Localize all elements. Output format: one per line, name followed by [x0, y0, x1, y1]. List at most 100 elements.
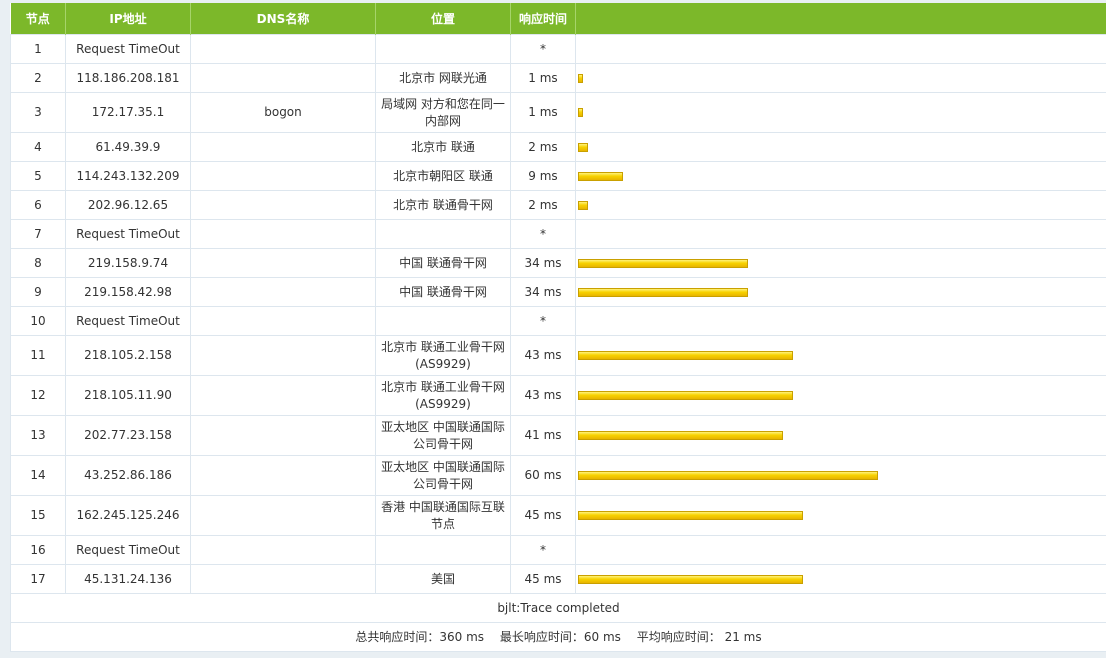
- response-time-cell: 45 ms: [510, 564, 576, 594]
- location-cell: 北京市 联通工业骨干网(AS9929): [375, 335, 511, 376]
- location-cell: 北京市 联通: [375, 132, 511, 162]
- hop-number-cell: 12: [10, 375, 66, 416]
- dns-name-cell: [190, 132, 376, 162]
- latency-bar-cell: [575, 219, 1106, 249]
- response-time-cell: *: [510, 34, 576, 64]
- ip-address-cell: 45.131.24.136: [65, 564, 191, 594]
- latency-bar: [578, 287, 748, 297]
- table-row: 5 114.243.132.209 北京市朝阳区 联通 9 ms: [10, 161, 1106, 191]
- location-cell: 香港 中国联通国际互联节点: [375, 495, 511, 536]
- total-response-time: 总共响应时间：360 ms: [355, 629, 485, 644]
- location-cell: 北京市朝阳区 联通: [375, 161, 511, 191]
- hop-number-cell: 2: [10, 63, 66, 93]
- latency-bar: [578, 511, 803, 520]
- location-cell: 北京市 联通工业骨干网(AS9929): [375, 375, 511, 416]
- latency-bar-cell: [575, 161, 1106, 191]
- latency-bar-cell: [575, 248, 1106, 278]
- latency-bar: [578, 73, 583, 83]
- table-row: 14 43.252.86.186 亚太地区 中国联通国际公司骨干网 60 ms: [10, 455, 1106, 496]
- header-ip: IP地址: [65, 3, 191, 35]
- max-response-time: 最长响应时间：60 ms: [499, 629, 621, 644]
- latency-bar: [578, 431, 783, 440]
- ip-address-cell: 218.105.11.90: [65, 375, 191, 416]
- table-row: 6 202.96.12.65 北京市 联通骨干网 2 ms: [10, 190, 1106, 220]
- latency-bar-cell: [575, 132, 1106, 162]
- hop-number-cell: 8: [10, 248, 66, 278]
- response-time-cell: 43 ms: [510, 335, 576, 376]
- table-row: 1 Request TimeOut *: [10, 34, 1106, 64]
- dns-name-cell: [190, 535, 376, 565]
- latency-bar: [578, 142, 588, 152]
- dns-name-cell: [190, 335, 376, 376]
- latency-bar: [578, 171, 623, 181]
- hop-number-cell: 15: [10, 495, 66, 536]
- latency-bar: [578, 108, 583, 117]
- hop-number-cell: 16: [10, 535, 66, 565]
- ip-address-cell: 219.158.9.74: [65, 248, 191, 278]
- latency-bar-cell: [575, 306, 1106, 336]
- ip-address-cell: Request TimeOut: [65, 306, 191, 336]
- dns-name-cell: [190, 564, 376, 594]
- ip-address-cell: Request TimeOut: [65, 34, 191, 64]
- response-time-cell: *: [510, 219, 576, 249]
- latency-bar: [578, 391, 793, 400]
- dns-name-cell: [190, 34, 376, 64]
- response-time-cell: 34 ms: [510, 277, 576, 307]
- latency-bar-cell: [575, 535, 1106, 565]
- hop-number-cell: 9: [10, 277, 66, 307]
- hop-number-cell: 3: [10, 92, 66, 133]
- latency-bar-cell: [575, 495, 1106, 536]
- hop-number-cell: 11: [10, 335, 66, 376]
- table-row: 2 118.186.208.181 北京市 网联光通 1 ms: [10, 63, 1106, 93]
- hop-number-cell: 5: [10, 161, 66, 191]
- table-row: 17 45.131.24.136 美国 45 ms: [10, 564, 1106, 594]
- response-time-cell: *: [510, 535, 576, 565]
- response-time-cell: 2 ms: [510, 190, 576, 220]
- latency-bar-cell: [575, 277, 1106, 307]
- response-time-cell: 2 ms: [510, 132, 576, 162]
- hop-number-cell: 7: [10, 219, 66, 249]
- ip-address-cell: 218.105.2.158: [65, 335, 191, 376]
- trace-completed-text: bjlt:Trace completed: [10, 593, 1106, 623]
- response-time-cell: 1 ms: [510, 63, 576, 93]
- ip-address-cell: 61.49.39.9: [65, 132, 191, 162]
- latency-bar-cell: [575, 190, 1106, 220]
- dns-name-cell: [190, 375, 376, 416]
- ip-address-cell: 202.77.23.158: [65, 415, 191, 456]
- location-cell: [375, 34, 511, 64]
- table-header-row: 节点 IP地址 DNS名称 位置 响应时间: [10, 3, 1106, 35]
- ip-address-cell: 118.186.208.181: [65, 63, 191, 93]
- table-row: 8 219.158.9.74 中国 联通骨干网 34 ms: [10, 248, 1106, 278]
- hop-number-cell: 6: [10, 190, 66, 220]
- footer-stats-row: 总共响应时间：360 ms 最长响应时间：60 ms 平均响应时间： 21 ms: [10, 622, 1106, 652]
- ip-address-cell: 162.245.125.246: [65, 495, 191, 536]
- ip-address-cell: 172.17.35.1: [65, 92, 191, 133]
- table-row: 4 61.49.39.9 北京市 联通 2 ms: [10, 132, 1106, 162]
- location-cell: [375, 535, 511, 565]
- header-hop: 节点: [10, 3, 66, 35]
- latency-bar: [578, 351, 793, 360]
- dns-name-cell: [190, 190, 376, 220]
- latency-bar-cell: [575, 34, 1106, 64]
- ip-address-cell: 219.158.42.98: [65, 277, 191, 307]
- dns-name-cell: [190, 415, 376, 456]
- table-row: 11 218.105.2.158 北京市 联通工业骨干网(AS9929) 43 ms: [10, 335, 1106, 376]
- latency-bar-cell: [575, 455, 1106, 496]
- latency-bar: [578, 200, 588, 210]
- latency-bar: [578, 574, 803, 584]
- table-row: 12 218.105.11.90 北京市 联通工业骨干网(AS9929) 43 ms: [10, 375, 1106, 416]
- location-cell: 中国 联通骨干网: [375, 277, 511, 307]
- dns-name-cell: [190, 161, 376, 191]
- location-cell: [375, 306, 511, 336]
- avg-response-time: 平均响应时间： 21 ms: [636, 629, 762, 644]
- location-cell: 北京市 联通骨干网: [375, 190, 511, 220]
- response-time-cell: 9 ms: [510, 161, 576, 191]
- response-time-cell: 34 ms: [510, 248, 576, 278]
- trace-table: 节点 IP地址 DNS名称 位置 响应时间 1 Request TimeOut * 2…: [10, 3, 1106, 652]
- latency-bar-cell: [575, 63, 1106, 93]
- table-row: 10 Request TimeOut *: [10, 306, 1106, 336]
- response-time-cell: 43 ms: [510, 375, 576, 416]
- location-cell: 亚太地区 中国联通国际公司骨干网: [375, 455, 511, 496]
- response-time-cell: 41 ms: [510, 415, 576, 456]
- table-row: 15 162.245.125.246 香港 中国联通国际互联节点 45 ms: [10, 495, 1106, 536]
